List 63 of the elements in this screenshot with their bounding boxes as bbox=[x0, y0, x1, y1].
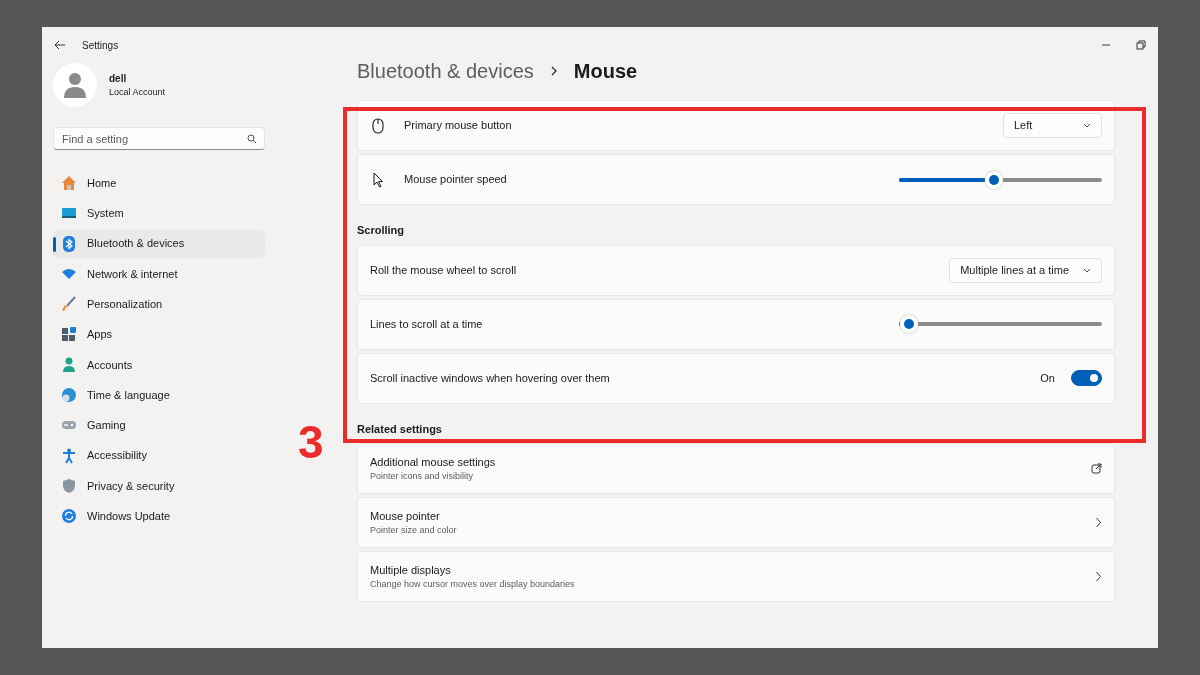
window-title: Settings bbox=[82, 38, 119, 53]
external-link-icon bbox=[1091, 463, 1102, 474]
shield-icon bbox=[61, 477, 77, 494]
section-heading: Related settings bbox=[357, 421, 443, 437]
setting-label: Roll the mouse wheel to scroll bbox=[370, 262, 518, 278]
slider-thumb[interactable] bbox=[985, 170, 1004, 189]
bluetooth-icon bbox=[61, 235, 77, 252]
setting-description: Pointer size and color bbox=[370, 524, 458, 537]
sidebar-item[interactable]: Time & language bbox=[53, 381, 265, 410]
person-icon bbox=[63, 72, 87, 98]
house-icon bbox=[61, 175, 77, 191]
section-heading: Scrolling bbox=[357, 223, 406, 238]
accessibility-icon bbox=[61, 447, 77, 464]
sidebar-item[interactable]: Accounts bbox=[53, 350, 265, 379]
person-icon bbox=[61, 356, 77, 373]
apps-icon bbox=[61, 326, 77, 343]
toggle-state: On bbox=[1040, 370, 1055, 386]
chevron-right-icon bbox=[1095, 571, 1102, 582]
restore-icon[interactable] bbox=[1136, 40, 1146, 50]
breadcrumb-parent: Bluetooth & devices bbox=[357, 59, 534, 84]
account-name: dell bbox=[109, 71, 128, 86]
step-number: 3 bbox=[298, 419, 324, 465]
search-field[interactable]: Find a setting bbox=[53, 127, 265, 150]
setting-label: Multiple displays bbox=[370, 562, 452, 578]
slider-thumb[interactable] bbox=[900, 315, 919, 333]
sidebar-item[interactable]: Home bbox=[53, 169, 265, 197]
chevron-down-icon bbox=[1083, 123, 1091, 128]
page-title: Mouse bbox=[573, 59, 638, 84]
sidebar-item[interactable]: Personalization bbox=[53, 290, 265, 319]
search-icon bbox=[247, 134, 257, 144]
sidebar-item[interactable]: Apps bbox=[53, 320, 265, 349]
sidebar-item[interactable]: Network & internet bbox=[53, 259, 265, 288]
dropdown[interactable]: Multiple lines at a time bbox=[949, 257, 1102, 283]
setting-label: Lines to scroll at a time bbox=[370, 316, 484, 332]
setting-label: Primary mouse button bbox=[404, 118, 513, 134]
chevron-right-icon bbox=[549, 65, 558, 77]
sync-icon bbox=[61, 508, 77, 525]
account-type: Local Account bbox=[109, 85, 166, 99]
mouse-icon bbox=[370, 117, 386, 134]
setting-label: Additional mouse settings bbox=[370, 454, 497, 470]
selection-indicator bbox=[53, 236, 56, 252]
chevron-down-icon bbox=[1083, 267, 1091, 273]
globe-icon bbox=[61, 387, 77, 404]
toggle-switch[interactable] bbox=[1071, 370, 1102, 386]
sidebar-item[interactable]: Privacy & security bbox=[53, 471, 265, 500]
back-icon[interactable] bbox=[54, 40, 66, 50]
setting-label: Mouse pointer speed bbox=[404, 172, 508, 188]
paintbrush-icon bbox=[61, 296, 77, 313]
chevron-right-icon bbox=[1095, 517, 1102, 528]
sidebar-item[interactable]: Gaming bbox=[53, 411, 265, 440]
sidebar-item[interactable]: System bbox=[53, 199, 265, 228]
sidebar-item[interactable]: Accessibility bbox=[53, 441, 265, 470]
cursor-icon bbox=[370, 171, 386, 188]
settings-link-card[interactable]: Multiple displays Change how cursor moves over display boundaries bbox=[357, 551, 1115, 602]
settings-link-card[interactable]: Additional mouse settings Pointer icons and visibility bbox=[357, 443, 1115, 494]
setting-label: Mouse pointer bbox=[370, 508, 441, 524]
dropdown[interactable]: Left bbox=[1003, 113, 1102, 138]
setting-description: Change how cursor moves over display boundaries bbox=[370, 578, 576, 591]
setting-label: Scroll inactive windows when hovering over them bbox=[370, 370, 611, 386]
sidebar-item[interactable]: Bluetooth & devices bbox=[53, 229, 265, 258]
settings-link-card[interactable]: Mouse pointer Pointer size and color bbox=[357, 497, 1115, 548]
sidebar-item[interactable]: Windows Update bbox=[53, 502, 265, 531]
setting-description: Pointer icons and visibility bbox=[370, 470, 475, 483]
